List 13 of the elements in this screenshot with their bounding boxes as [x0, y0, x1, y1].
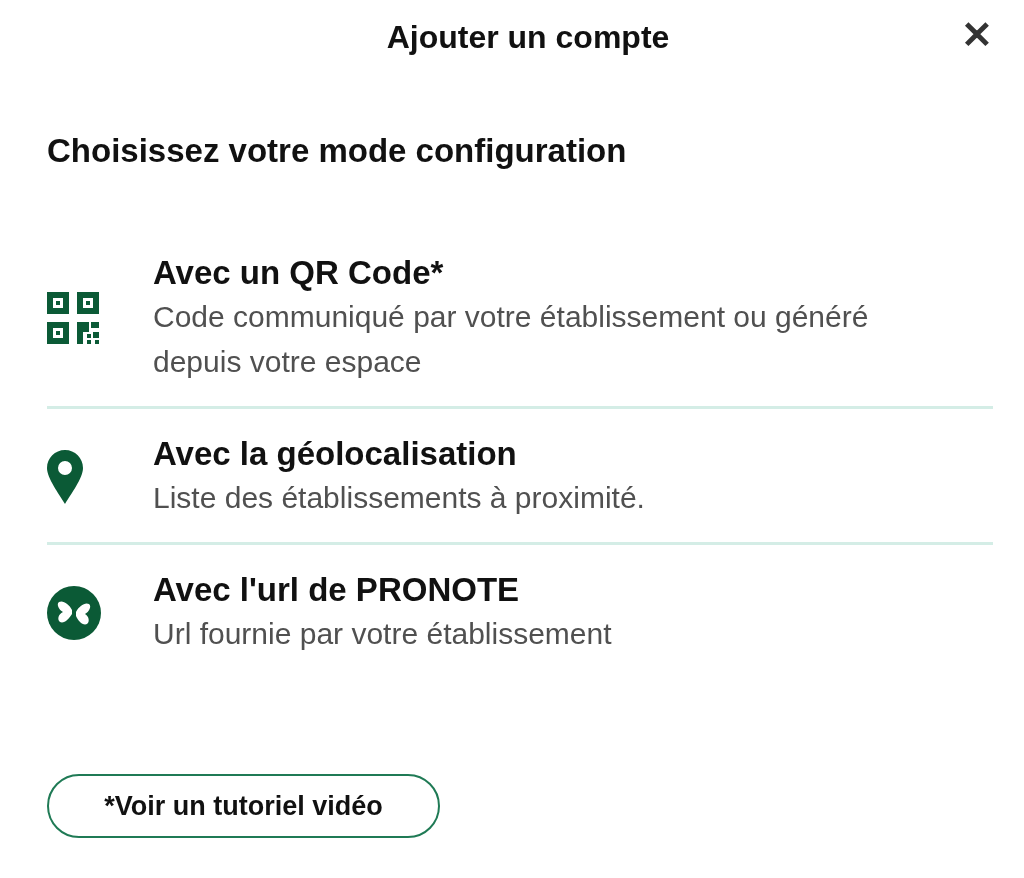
section-heading: Choisissez votre mode configuration [47, 132, 628, 170]
option-description: Code communiqué par votre établissement ou généré depuis votre espace [153, 299, 870, 380]
option-title[interactable]: Avec un QR Code* [153, 252, 933, 294]
tutorial-button[interactable]: *Voir un tutoriel vidéo [47, 774, 440, 838]
butterfly-logo-icon [47, 585, 101, 640]
qr-code-icon [47, 292, 99, 344]
option-title[interactable]: Avec la géolocalisation [153, 433, 645, 475]
option-title[interactable]: Avec l'url de PRONOTE [153, 569, 612, 611]
location-pin-icon [47, 449, 83, 504]
option-description: Url fournie par votre établissement [153, 616, 612, 652]
dialog-title: Ajouter un compte [386, 18, 670, 56]
close-button[interactable]: ✕ [961, 16, 993, 54]
option-description: Liste des établissements à proximité. [153, 480, 645, 516]
